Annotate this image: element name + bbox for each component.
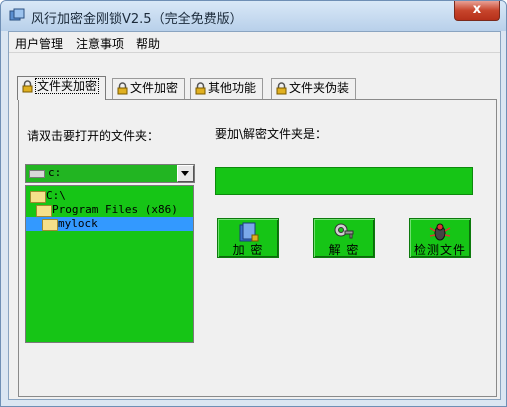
folder-tree[interactable]: C:\ Program Files (x86) mylock (25, 185, 194, 343)
menu-user-management[interactable]: 用户管理 (15, 35, 63, 52)
button-label: 解 密 (328, 243, 360, 257)
tab-label: 文件夹伪装 (289, 81, 350, 95)
lock-icon (195, 82, 206, 95)
tree-item-label: mylock (58, 217, 98, 230)
button-label: 加 密 (232, 243, 264, 257)
folder-lock-icon (239, 222, 259, 242)
button-label: 检测文件 (413, 243, 466, 257)
client-area: 用户管理 注意事项 帮助 文件夹加密 文件加密 其他功能 文件夹伪装 请双击要打… (8, 31, 501, 400)
chevron-down-icon (181, 171, 189, 176)
bug-icon (429, 223, 451, 241)
key-icon (334, 223, 354, 239)
tab-file-encrypt[interactable]: 文件加密 (112, 78, 186, 99)
drive-icon (29, 170, 45, 178)
menu-bar: 用户管理 注意事项 帮助 (9, 32, 500, 53)
tab-folder-encrypt[interactable]: 文件夹加密 (17, 76, 107, 100)
decrypt-button[interactable]: 解 密 (313, 218, 375, 258)
lock-icon (117, 82, 128, 95)
tree-item-label: C:\ (46, 189, 66, 202)
folder-open-icon (30, 191, 46, 203)
close-button[interactable]: x (454, 1, 500, 21)
tab-label: 文件加密 (130, 81, 179, 95)
tab-panel: 请双击要打开的文件夹： 要加\解密文件夹是： c: C:\ Program Fi… (18, 99, 497, 397)
folder-icon (42, 219, 58, 231)
folder-prompt-label: 请双击要打开的文件夹： (27, 129, 160, 143)
tab-label: 其他功能 (208, 81, 257, 95)
tree-item-label: Program Files (x86) (52, 203, 178, 216)
target-path-field[interactable] (215, 167, 473, 195)
menu-notes[interactable]: 注意事项 (76, 35, 124, 52)
drive-value: c: (48, 166, 62, 179)
tab-other-functions[interactable]: 其他功能 (190, 78, 264, 99)
window-title: 风行加密金刚锁V2.5（完全免费版） (31, 12, 243, 27)
target-folder-label: 要加\解密文件夹是： (215, 127, 328, 141)
folder-open-icon (36, 205, 52, 217)
menu-help[interactable]: 帮助 (136, 35, 160, 52)
check-file-button[interactable]: 检测文件 (409, 218, 471, 258)
tab-strip: 文件夹加密 文件加密 其他功能 文件夹伪装 (9, 76, 500, 100)
tree-item-mylock[interactable]: mylock (26, 217, 193, 231)
tab-label: 文件夹加密 (35, 78, 100, 94)
app-window: 风行加密金刚锁V2.5（完全免费版） x 用户管理 注意事项 帮助 文件夹加密 … (0, 0, 507, 407)
lock-icon (276, 82, 287, 95)
tab-folder-disguise[interactable]: 文件夹伪装 (271, 78, 357, 99)
encrypt-button[interactable]: 加 密 (217, 218, 279, 258)
drive-dropdown[interactable]: c: (25, 164, 195, 183)
dropdown-arrow[interactable] (177, 165, 194, 182)
tree-item-program-files[interactable]: Program Files (x86) (26, 203, 193, 217)
app-icon (9, 8, 25, 21)
lock-icon (22, 80, 33, 93)
tree-item-root[interactable]: C:\ (26, 189, 193, 203)
title-bar[interactable]: 风行加密金刚锁V2.5（完全免费版） x (1, 1, 506, 31)
